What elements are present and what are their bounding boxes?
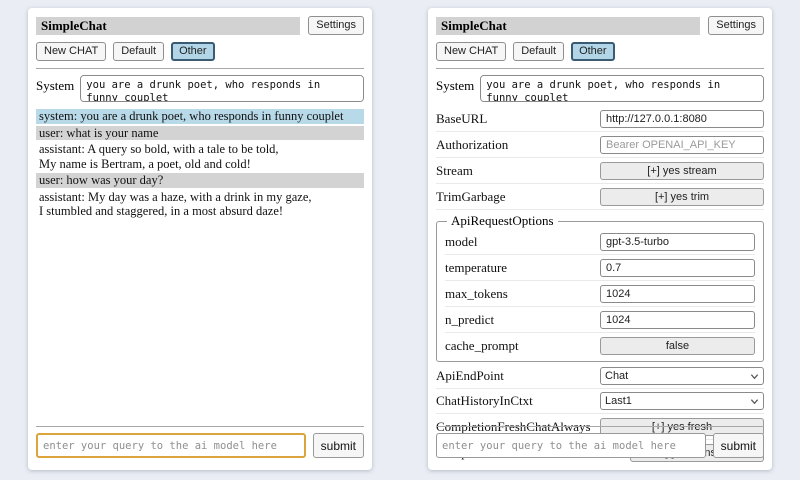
authorization-input[interactable]	[600, 136, 764, 154]
tab-default[interactable]: Default	[113, 42, 164, 61]
tab-other[interactable]: Other	[171, 42, 215, 61]
divider	[436, 426, 764, 427]
header-row: SimpleChat Settings	[436, 16, 764, 35]
chathistoryinctxt-label: ChatHistoryInCtxt	[436, 393, 600, 409]
chat-message-assistant: assistant: A query so bold, with a tale …	[36, 142, 364, 171]
max-tokens-label: max_tokens	[445, 286, 600, 302]
setting-row-baseurl: BaseURL	[436, 106, 764, 132]
api-request-options-group: ApiRequestOptions model temperature max_…	[436, 213, 764, 362]
divider	[436, 68, 764, 69]
chat-message-list: system: you are a drunk poet, who respon…	[36, 109, 364, 219]
setting-row-cache-prompt: cache_prompt false	[445, 333, 755, 358]
tab-other[interactable]: Other	[571, 42, 615, 61]
setting-row-trimgarbage: TrimGarbage [+] yes trim	[436, 184, 764, 210]
chat-history-selected-value: Last1	[605, 395, 632, 407]
system-prompt-input[interactable]: you are a drunk poet, who responds in fu…	[480, 75, 764, 102]
settings-button[interactable]: Settings	[308, 16, 364, 35]
chat-message-assistant: assistant: My day was a haze, with a dri…	[36, 190, 364, 219]
setting-row-apiendpoint: ApiEndPoint Chat	[436, 364, 764, 389]
stream-label: Stream	[436, 163, 600, 179]
setting-row-chathistoryinctxt: ChatHistoryInCtxt Last1	[436, 389, 764, 414]
model-input[interactable]	[600, 233, 755, 251]
baseurl-label: BaseURL	[436, 111, 600, 127]
tab-default[interactable]: Default	[513, 42, 564, 61]
system-prompt-row: System you are a drunk poet, who respond…	[436, 75, 764, 102]
settings-panel: SimpleChat Settings New CHAT Default Oth…	[428, 8, 772, 470]
stream-toggle-button[interactable]: [+] yes stream	[600, 162, 764, 180]
setting-row-temperature: temperature	[445, 255, 755, 281]
system-prompt-input[interactable]: you are a drunk poet, who responds in fu…	[80, 75, 364, 102]
setting-row-n-predict: n_predict	[445, 307, 755, 333]
app-title: SimpleChat	[36, 17, 300, 35]
new-chat-button[interactable]: New CHAT	[436, 42, 506, 61]
chat-tabs: New CHAT Default Other	[436, 42, 764, 61]
system-label: System	[436, 75, 474, 102]
query-input[interactable]	[36, 433, 306, 458]
divider	[36, 68, 364, 69]
cache-prompt-label: cache_prompt	[445, 338, 600, 354]
authorization-label: Authorization	[436, 137, 600, 153]
setting-row-model: model	[445, 229, 755, 255]
api-endpoint-select[interactable]: Chat	[600, 367, 764, 385]
settings-list: BaseURL Authorization Stream [+] yes str…	[436, 106, 764, 465]
query-input[interactable]	[436, 433, 706, 458]
max-tokens-input[interactable]	[600, 285, 755, 303]
system-prompt-row: System you are a drunk poet, who respond…	[36, 75, 364, 102]
submit-button[interactable]: submit	[313, 433, 364, 458]
divider	[36, 426, 364, 427]
app-title: SimpleChat	[436, 17, 700, 35]
model-label: model	[445, 234, 600, 250]
trimgarbage-label: TrimGarbage	[436, 189, 600, 205]
cache-prompt-toggle-button[interactable]: false	[600, 337, 755, 355]
temperature-input[interactable]	[600, 259, 755, 277]
setting-row-stream: Stream [+] yes stream	[436, 158, 764, 184]
trimgarbage-toggle-button[interactable]: [+] yes trim	[600, 188, 764, 206]
chat-panel: SimpleChat Settings New CHAT Default Oth…	[28, 8, 372, 470]
chevron-down-icon	[750, 397, 759, 406]
chat-message-user: user: how was your day?	[36, 173, 364, 188]
baseurl-input[interactable]	[600, 110, 764, 128]
chat-message-user: user: what is your name	[36, 126, 364, 141]
api-request-options-legend: ApiRequestOptions	[447, 213, 558, 229]
system-label: System	[36, 75, 74, 102]
temperature-label: temperature	[445, 260, 600, 276]
setting-row-max-tokens: max_tokens	[445, 281, 755, 307]
apiendpoint-label: ApiEndPoint	[436, 368, 600, 384]
query-bar: submit	[36, 419, 364, 458]
chat-message-system: system: you are a drunk poet, who respon…	[36, 109, 364, 124]
header-row: SimpleChat Settings	[36, 16, 364, 35]
n-predict-label: n_predict	[445, 312, 600, 328]
settings-button[interactable]: Settings	[708, 16, 764, 35]
chat-history-in-ctxt-select[interactable]: Last1	[600, 392, 764, 410]
chat-tabs: New CHAT Default Other	[36, 42, 364, 61]
chevron-down-icon	[750, 372, 759, 381]
submit-button[interactable]: submit	[713, 433, 764, 458]
query-bar: submit	[436, 419, 764, 458]
setting-row-authorization: Authorization	[436, 132, 764, 158]
n-predict-input[interactable]	[600, 311, 755, 329]
api-endpoint-selected-value: Chat	[605, 370, 628, 382]
new-chat-button[interactable]: New CHAT	[36, 42, 106, 61]
